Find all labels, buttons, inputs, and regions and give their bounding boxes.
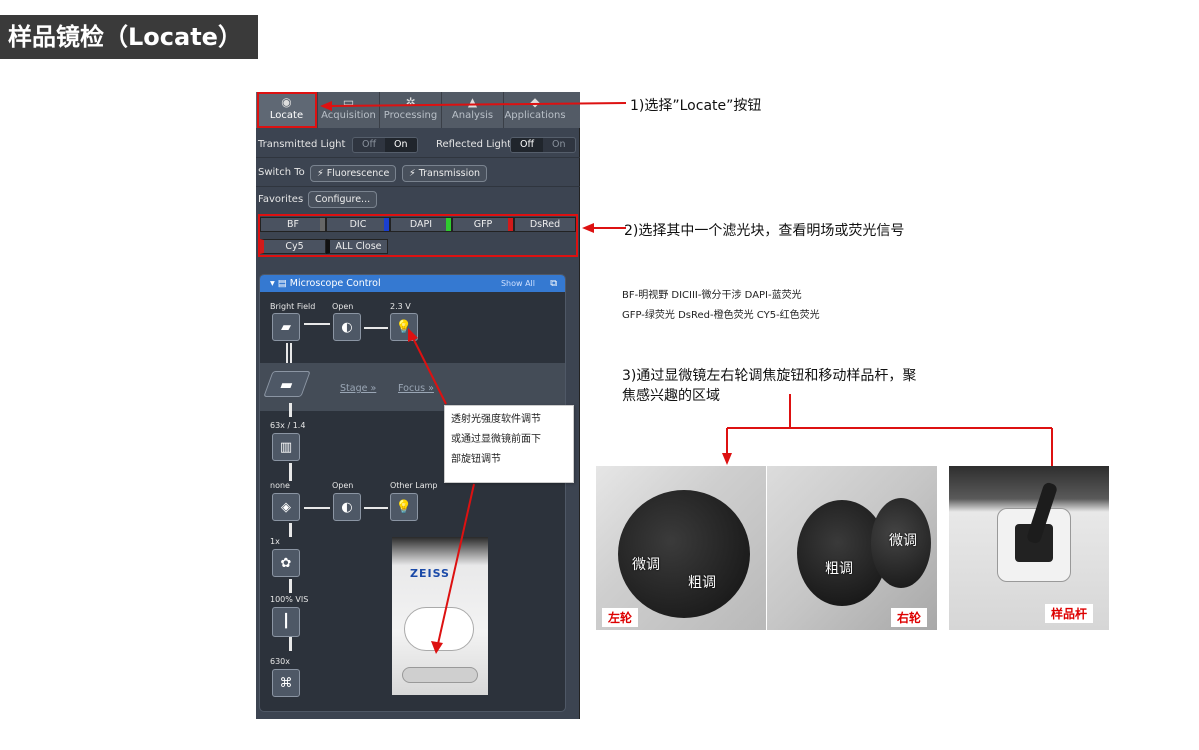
callout-line3: 部旋钮调节 [451, 454, 501, 465]
right-wheel-label: 右轮 [891, 608, 928, 627]
left-fine-label: 微调 [632, 557, 660, 573]
arrowhead [431, 641, 443, 654]
legend-line1: BF-明视野 DICIII-微分干涉 DAPI-蓝荧光 [622, 290, 802, 301]
legend-line2: GFP-绿荧光 DsRed-橙色荧光 CY5-红色荧光 [622, 310, 820, 321]
left-coarse-label: 粗调 [688, 575, 716, 591]
arrowhead [320, 101, 332, 111]
annotation-arrows [320, 101, 1057, 654]
right-coarse-label: 粗调 [825, 561, 853, 577]
step1-text: 1)选择”Locate”按钮 [630, 98, 762, 114]
left-wheel-photo: 微调 粗调 左轮 [596, 466, 766, 630]
arrow-lamp [411, 335, 447, 405]
callout-line2: 或通过显微镜前面下 [451, 434, 541, 445]
arrow-locate [329, 102, 627, 107]
arrowhead [408, 328, 418, 342]
step3-line2: 焦感兴趣的区域 [622, 388, 720, 404]
right-fine-label: 微调 [889, 533, 917, 549]
callout-box: 透射光强度软件调节 或通过显微镜前面下 部旋钮调节 [444, 405, 574, 483]
stage-label: 样品杆 [1045, 604, 1094, 623]
arrowhead [722, 453, 732, 465]
right-wheel-photo: 微调 粗调 右轮 [767, 466, 937, 630]
step2-text: 2)选择其中一个滤光块，查看明场或荧光信号 [624, 223, 905, 239]
stage-photo: 样品杆 [949, 466, 1109, 630]
left-wheel-label: 左轮 [602, 608, 639, 627]
arrowhead [582, 223, 594, 233]
callout-line1: 透射光强度软件调节 [451, 414, 541, 425]
step3-line1: 3)通过显微镜左右轮调焦旋钮和移动样品杆，聚 [622, 368, 917, 384]
arrow-knob [437, 483, 475, 645]
